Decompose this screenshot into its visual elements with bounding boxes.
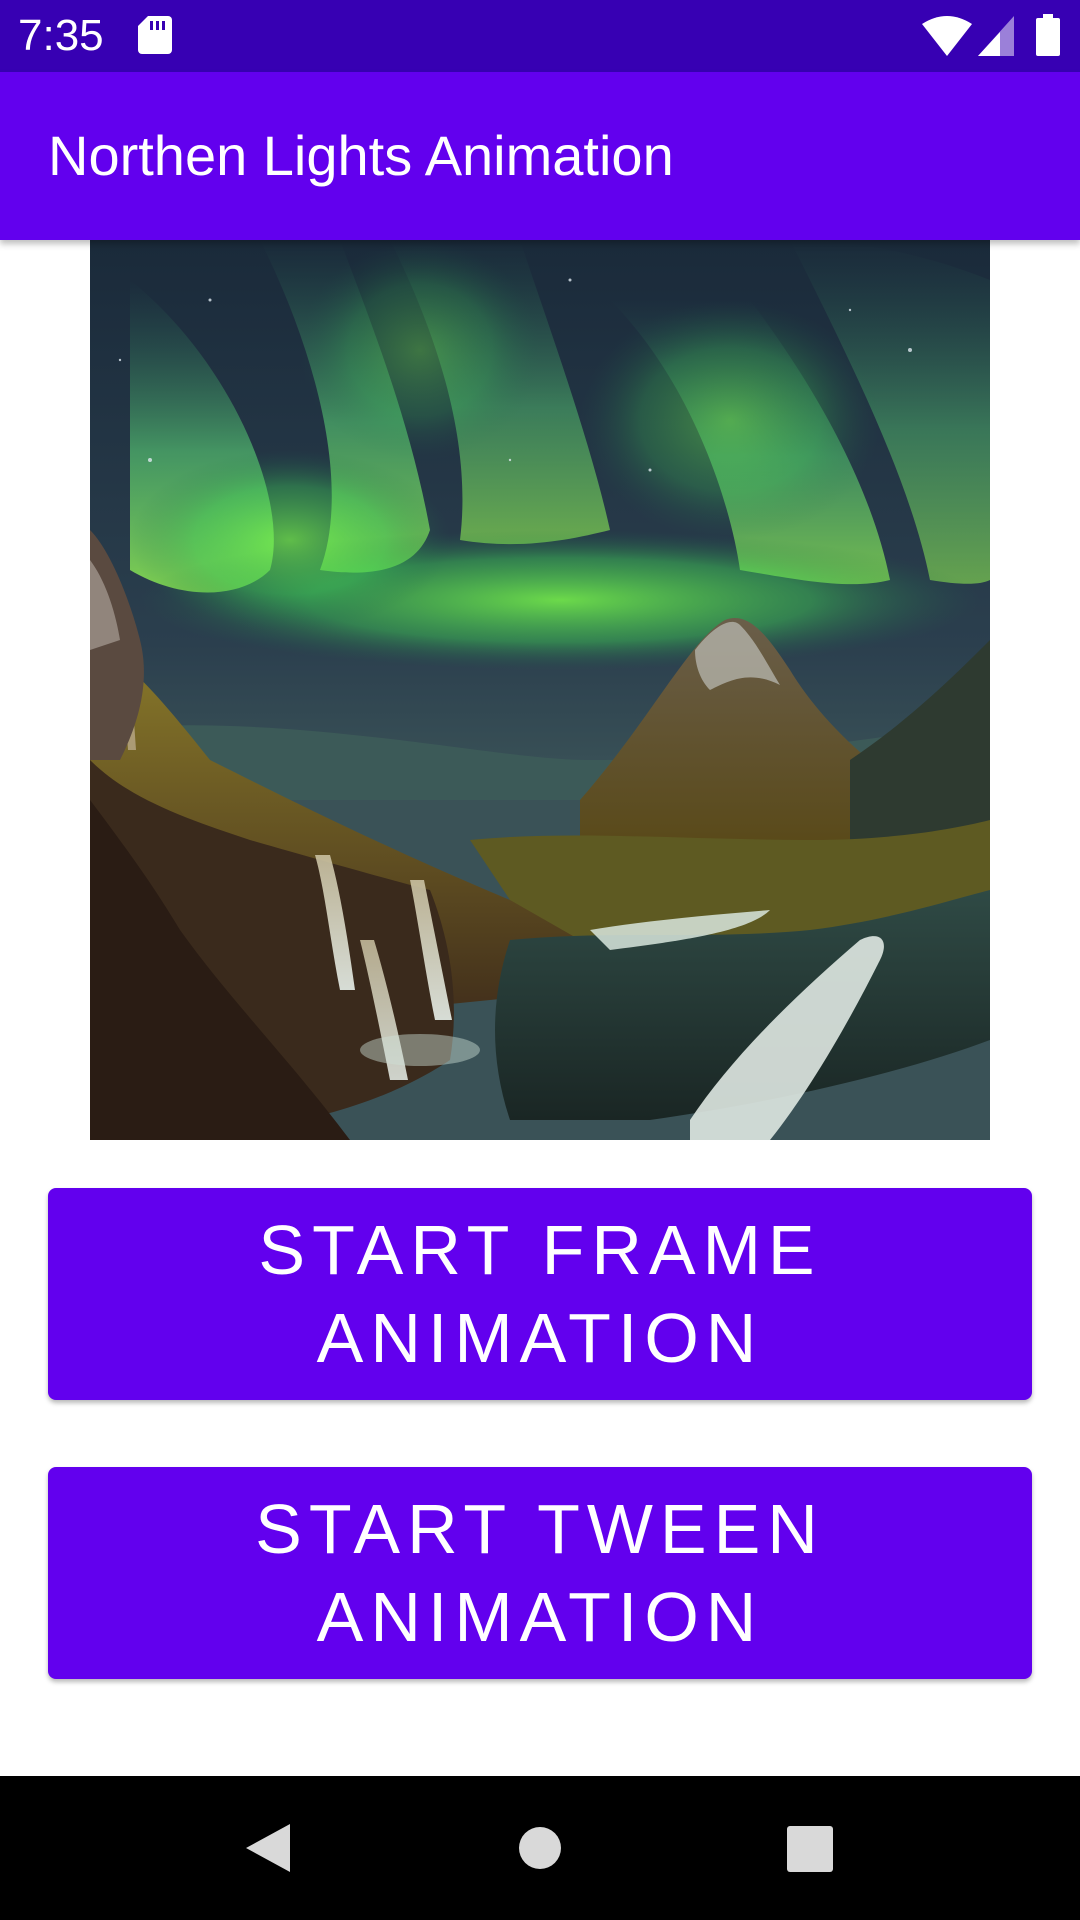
battery-icon: [1036, 14, 1060, 56]
app-title: Northen Lights Animation: [48, 124, 674, 187]
status-bar: 7:35: [0, 0, 1080, 72]
sd-card-icon: [138, 16, 172, 54]
navigation-bar: [0, 1776, 1080, 1920]
wifi-icon: [922, 16, 972, 56]
app-screen: 7:35 Northen Lights Animation START FRAM…: [0, 0, 1080, 1920]
northern-lights-image: [90, 240, 990, 1140]
recents-icon[interactable]: [786, 1825, 834, 1873]
start-frame-animation-button[interactable]: START FRAME ANIMATION: [48, 1188, 1032, 1400]
status-time: 7:35: [18, 11, 104, 60]
app-bar: Northen Lights Animation: [0, 72, 1080, 240]
start-tween-animation-button[interactable]: START TWEEN ANIMATION: [48, 1467, 1032, 1679]
signal-icon: [978, 16, 1014, 56]
home-icon[interactable]: [518, 1826, 562, 1870]
back-icon[interactable]: [244, 1822, 292, 1874]
